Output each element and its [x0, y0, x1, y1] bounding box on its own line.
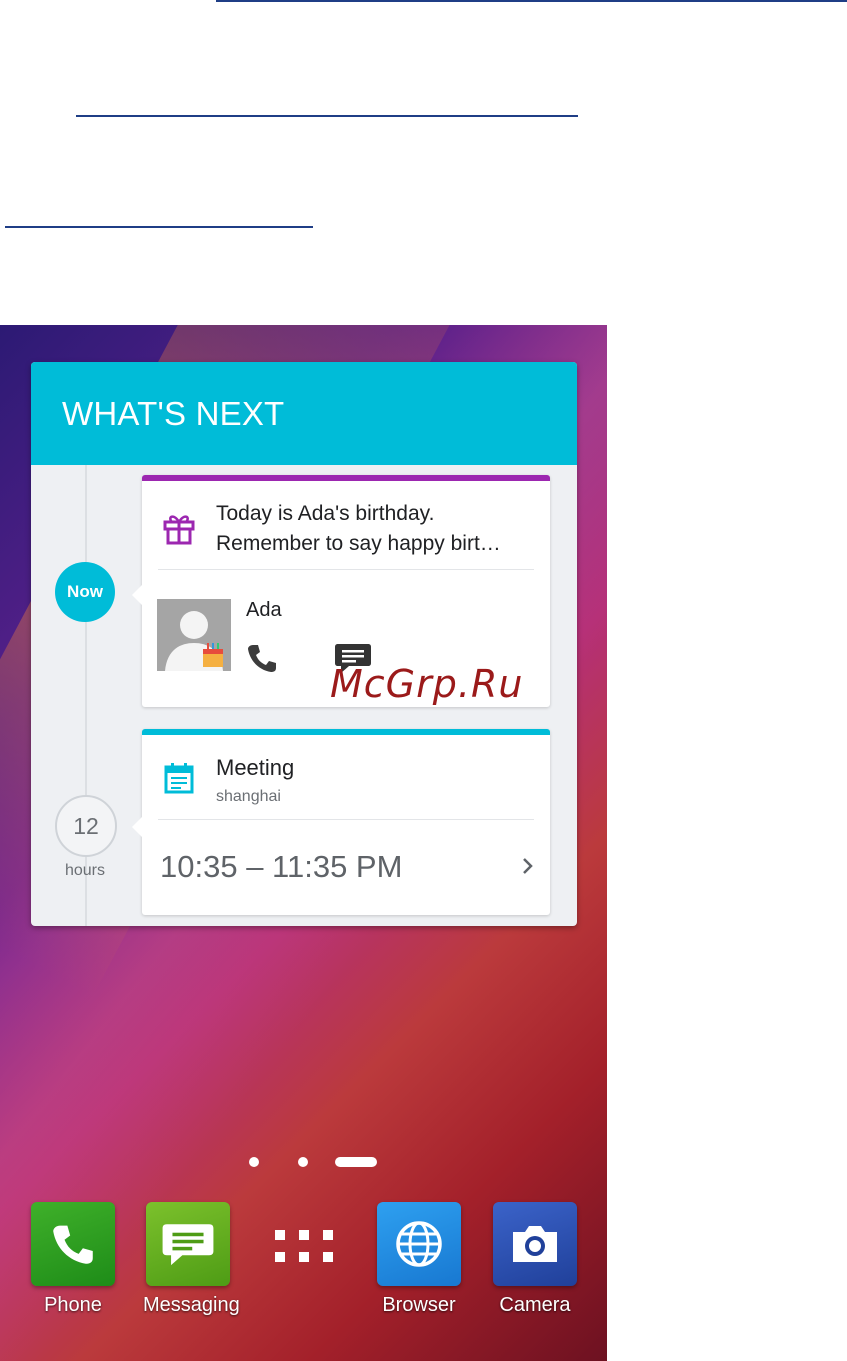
call-icon[interactable]: [245, 641, 279, 675]
page-dot[interactable]: [298, 1157, 308, 1167]
page-dot[interactable]: [249, 1157, 259, 1167]
meeting-card[interactable]: Meeting shanghai 10:35 – 11:35 PM: [132, 729, 550, 915]
middle-rule-line: [76, 115, 578, 117]
page-dot-current[interactable]: [335, 1157, 377, 1167]
chevron-right-icon[interactable]: [520, 855, 536, 877]
lower-rule-line: [5, 226, 313, 228]
meeting-title: Meeting: [216, 755, 295, 780]
home-screen: WHAT'S NEXT Now 12 hours Today is Ada's …: [0, 325, 607, 1361]
phone-tile: [31, 1202, 115, 1286]
dock-app-camera[interactable]: Camera: [490, 1202, 580, 1317]
globe-icon: [396, 1221, 442, 1267]
birthday-message: Today is Ada's birthday. Remember to say…: [216, 499, 536, 559]
app-drawer-grid-icon[interactable]: [275, 1230, 333, 1262]
dock-app-messaging[interactable]: Messaging: [143, 1202, 240, 1317]
contact-name: Ada: [246, 599, 282, 621]
birthday-line-2: Remember to say happy birt…: [216, 532, 501, 555]
birthday-line-1: Today is Ada's birthday.: [216, 502, 435, 525]
meeting-location: shanghai: [216, 788, 281, 805]
widget-header: WHAT'S NEXT: [31, 362, 577, 465]
phone-handset-icon: [53, 1225, 93, 1264]
whats-next-widget[interactable]: WHAT'S NEXT Now 12 hours Today is Ada's …: [31, 362, 577, 926]
card-divider: [158, 569, 534, 570]
page-indicator: [0, 1156, 607, 1168]
messaging-tile: [146, 1202, 230, 1286]
hours-count-badge: 12: [55, 795, 117, 857]
card-divider: [158, 819, 534, 820]
gift-icon: [163, 515, 195, 545]
hours-label: hours: [64, 862, 106, 879]
contact-avatar[interactable]: [157, 599, 231, 671]
camera-icon: [513, 1226, 557, 1262]
camera-tile: [493, 1202, 577, 1286]
browser-tile: [377, 1202, 461, 1286]
top-rule-line: [216, 0, 847, 2]
dock-app-label: Browser: [382, 1294, 456, 1316]
widget-title: WHAT'S NEXT: [62, 394, 285, 432]
now-badge: Now: [55, 562, 115, 622]
chat-bubble-icon: [162, 1224, 214, 1266]
dock-app-browser[interactable]: Browser: [374, 1202, 464, 1317]
person-silhouette-icon: [157, 599, 231, 671]
meeting-time-range: 10:35 – 11:35 PM: [160, 849, 403, 884]
dock-app-label: Phone: [44, 1294, 102, 1316]
dock-app-label: Camera: [499, 1294, 571, 1316]
dock-app-phone[interactable]: Phone: [28, 1202, 118, 1317]
watermark-text: McGrp.Ru: [330, 662, 524, 706]
dock-app-label: Messaging: [143, 1294, 240, 1316]
calendar-icon: [164, 763, 194, 794]
